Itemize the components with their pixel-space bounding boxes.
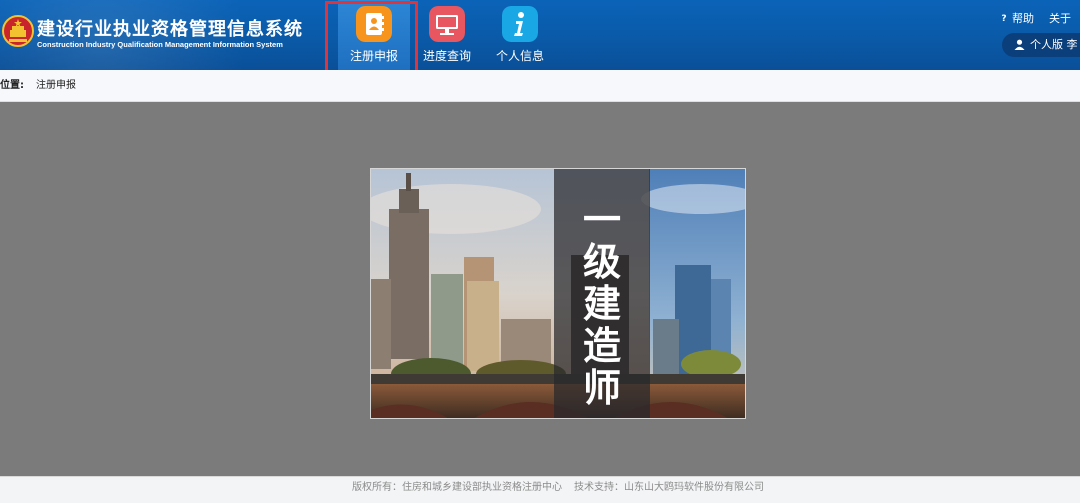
help-link[interactable]: ? 帮助 <box>998 10 1034 26</box>
national-emblem-icon <box>2 15 34 47</box>
breadcrumb: 位置: 注册申报 <box>0 70 1080 102</box>
highlight-annotation-box <box>325 1 418 73</box>
banner-title-panel: 一 级 建 造 师 <box>554 169 650 418</box>
banner-char: 师 <box>582 366 621 410</box>
footer-tech-support: 技术支持：山东山大鸥玛软件股份有限公司 <box>574 482 764 493</box>
help-label: 帮助 <box>1012 12 1034 25</box>
info-icon <box>502 6 538 42</box>
footer-copyright: 版权所有：住房和城乡建设部执业资格注册中心 <box>352 482 562 493</box>
help-icon: ? <box>1001 14 1007 24</box>
user-menu[interactable]: 个人版 李 <box>1002 33 1080 57</box>
nav-item-personal-info[interactable]: 个人信息 <box>484 0 556 70</box>
nav-item-progress[interactable]: 进度查询 <box>411 0 483 70</box>
monitor-icon <box>429 6 465 42</box>
breadcrumb-current: 注册申报 <box>36 80 76 91</box>
user-name: 李 <box>1066 38 1078 51</box>
banner-image[interactable]: 一 级 建 造 师 <box>370 168 746 419</box>
nav-label-progress: 进度查询 <box>422 49 471 63</box>
app-title: 建设行业执业资格管理信息系统 <box>37 19 303 40</box>
nav-label-personal-info: 个人信息 <box>495 49 544 63</box>
user-edition-label: 个人版 <box>1030 38 1063 51</box>
about-link[interactable]: 关于 <box>1049 10 1071 26</box>
footer: 版权所有：住房和城乡建设部执业资格注册中心 技术支持：山东山大鸥玛软件股份有限公… <box>0 476 1080 503</box>
top-header: 建设行业执业资格管理信息系统 Construction Industry Qua… <box>0 0 1080 70</box>
app-subtitle: Construction Industry Qualification Mana… <box>37 40 283 49</box>
breadcrumb-label: 位置: <box>0 80 24 91</box>
user-icon <box>1014 39 1025 50</box>
